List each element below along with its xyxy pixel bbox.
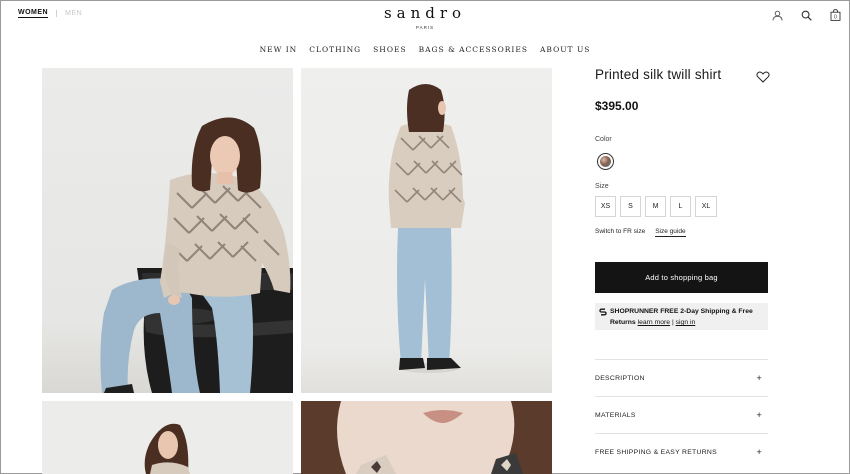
size-label: Size <box>595 183 609 190</box>
nav-item-about-us[interactable]: ABOUT US <box>540 45 590 54</box>
accordion-materials[interactable]: MATERIALS + <box>595 396 768 433</box>
expand-plus-icon: + <box>756 410 762 420</box>
size-option-m[interactable]: M <box>645 196 666 217</box>
size-option-l[interactable]: L <box>670 196 691 217</box>
nav-item-shoes[interactable]: SHOES <box>373 45 406 54</box>
expand-plus-icon: + <box>756 373 762 383</box>
product-photo-closeup[interactable] <box>301 401 552 474</box>
product-photo-back[interactable] <box>301 68 552 393</box>
nav-item-new-in[interactable]: NEW IN <box>260 45 298 54</box>
accordion-shipping-label: FREE SHIPPING & EASY RETURNS <box>595 448 717 456</box>
shoprunner-sign-in-link[interactable]: sign in <box>676 319 696 326</box>
add-to-bag-button[interactable]: Add to shopping bag <box>595 262 768 293</box>
switch-size-label: Switch to FR size <box>595 228 646 235</box>
shoprunner-divider: | <box>671 319 674 326</box>
product-photo-detail-left[interactable] <box>42 401 293 474</box>
brand-subtitle: PARIS <box>415 25 435 30</box>
product-photo-seated[interactable] <box>42 68 293 393</box>
accordion-description[interactable]: DESCRIPTION + <box>595 359 768 396</box>
shoprunner-line1: SHOPRUNNER FREE 2-Day Shipping & Free <box>599 306 768 317</box>
nav-item-clothing[interactable]: CLOTHING <box>309 45 361 54</box>
product-title: Printed silk twill shirt <box>595 67 722 82</box>
size-option-xl[interactable]: XL <box>695 196 717 217</box>
size-selector: XS S M L XL <box>595 196 717 217</box>
shoprunner-learn-more-link[interactable]: learn more <box>638 319 671 326</box>
main-nav: NEW IN CLOTHING SHOES BAGS & ACCESSORIES… <box>0 45 850 54</box>
size-option-s[interactable]: S <box>620 196 641 217</box>
color-swatch-fill <box>600 156 611 167</box>
expand-plus-icon: + <box>756 447 762 457</box>
bag-count: 0 <box>834 15 837 21</box>
color-swatch[interactable] <box>597 153 614 170</box>
shoprunner-text: SHOPRUNNER FREE 2-Day Shipping & Free <box>610 308 753 315</box>
size-links: Switch to FR size Size guide <box>595 228 686 237</box>
size-option-xs[interactable]: XS <box>595 196 616 217</box>
brand-logo[interactable]: sandro <box>0 4 850 22</box>
account-icon[interactable] <box>771 9 783 21</box>
shoprunner-line2: Returns learn more | sign in <box>599 317 768 328</box>
accordion-materials-label: MATERIALS <box>595 411 636 419</box>
search-icon[interactable] <box>800 9 812 21</box>
shoprunner-icon <box>599 308 607 315</box>
shoprunner-banner: SHOPRUNNER FREE 2-Day Shipping & Free Re… <box>595 303 768 330</box>
size-guide-link[interactable]: Size guide <box>655 228 686 237</box>
shoprunner-returns: Returns <box>610 319 636 326</box>
switch-size-link[interactable]: Switch to FR size <box>595 228 645 237</box>
product-price: $395.00 <box>595 99 639 113</box>
accordion-shipping[interactable]: FREE SHIPPING & EASY RETURNS + <box>595 433 768 470</box>
header-icons: 0 <box>771 9 841 21</box>
wishlist-heart-icon[interactable] <box>756 70 770 83</box>
bag-icon[interactable]: 0 <box>829 9 841 21</box>
accordion-description-label: DESCRIPTION <box>595 374 645 382</box>
nav-item-bags-accessories[interactable]: BAGS & ACCESSORIES <box>419 45 528 54</box>
color-label: Color <box>595 136 612 143</box>
